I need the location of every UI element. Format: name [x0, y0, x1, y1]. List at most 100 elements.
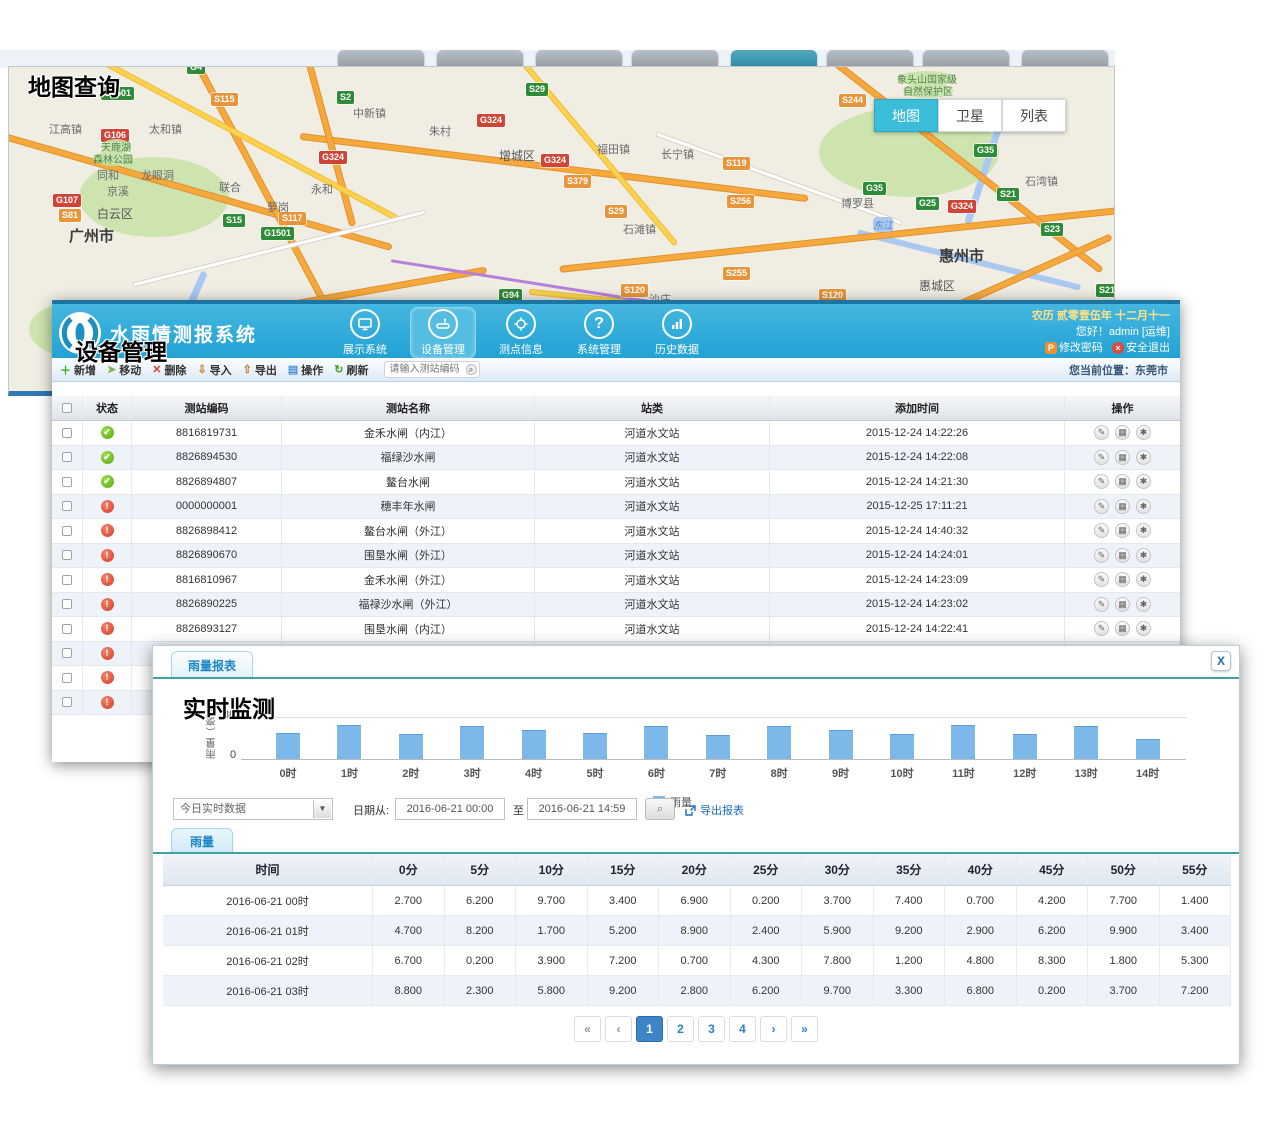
- nav-item-system-management[interactable]: ? 系统管理: [566, 307, 632, 359]
- x-tick-label: 8时: [757, 765, 801, 781]
- nav-item-device-management[interactable]: 设备管理: [410, 307, 476, 359]
- settings-gear-icon[interactable]: ✱: [1136, 450, 1151, 465]
- rainfall-value: 6.200: [445, 886, 517, 915]
- logout-link[interactable]: 安全退出: [1126, 342, 1170, 354]
- rainfall-value: 7.700: [1088, 886, 1160, 915]
- edit-icon[interactable]: ✎: [1094, 597, 1109, 612]
- settings-gear-icon[interactable]: ✱: [1136, 425, 1151, 440]
- operate-button[interactable]: ▤操作: [288, 362, 323, 378]
- refresh-button[interactable]: ↻刷新: [334, 362, 368, 378]
- edit-icon[interactable]: ✎: [1094, 425, 1109, 440]
- settings-gear-icon[interactable]: ✱: [1136, 523, 1151, 538]
- page-button[interactable]: 1: [636, 1016, 663, 1042]
- export-report-link[interactable]: 导出报表: [685, 802, 744, 818]
- row-checkbox[interactable]: [62, 697, 72, 707]
- row-checkbox[interactable]: [62, 501, 72, 511]
- page-button[interactable]: «: [574, 1016, 601, 1042]
- rainfall-bar: [399, 734, 423, 759]
- search-icon[interactable]: ⌕: [466, 364, 477, 375]
- row-checkbox[interactable]: [62, 673, 72, 683]
- delete-icon[interactable]: ▦: [1115, 425, 1130, 440]
- rainfall-bar: [951, 725, 975, 759]
- nav-item-station-info[interactable]: 测点信息: [488, 307, 554, 359]
- lunar-date-label: 农历 贰零壹伍年 十二月十一: [1032, 308, 1170, 324]
- tab-rainfall[interactable]: 雨量: [171, 828, 233, 854]
- filter-bar: 今日实时数据 ▼ 日期从: 至 ⌕ 导出报表: [153, 798, 1239, 824]
- row-checkbox[interactable]: [62, 428, 72, 438]
- row-checkbox[interactable]: [62, 477, 72, 487]
- delete-icon[interactable]: ▦: [1115, 450, 1130, 465]
- row-checkbox[interactable]: [62, 575, 72, 585]
- page-button[interactable]: 2: [667, 1016, 694, 1042]
- rainfall-value: 0.200: [1017, 976, 1089, 1005]
- plus-icon: ＋: [60, 362, 71, 378]
- delete-icon[interactable]: ▦: [1115, 621, 1130, 636]
- station-name: 金禾水闸（外江）: [282, 568, 535, 592]
- station-search-box: ⌕: [384, 361, 480, 378]
- settings-gear-icon[interactable]: ✱: [1136, 474, 1151, 489]
- satellite-view-button[interactable]: 卫星: [938, 99, 1002, 132]
- export-button[interactable]: ⇧导出: [243, 362, 277, 378]
- page-button[interactable]: ›: [760, 1016, 787, 1042]
- status-ok-icon: ✔: [101, 451, 114, 464]
- question-icon: ?: [584, 309, 614, 339]
- page-button[interactable]: 4: [729, 1016, 756, 1042]
- page-button[interactable]: »: [791, 1016, 818, 1042]
- settings-gear-icon[interactable]: ✱: [1136, 548, 1151, 563]
- station-name: 鳌台水闸（外江）: [282, 519, 535, 543]
- settings-gear-icon[interactable]: ✱: [1136, 499, 1151, 514]
- x-tick-label: 9时: [819, 765, 863, 781]
- background-tab: [536, 50, 622, 66]
- row-checkbox[interactable]: [62, 599, 72, 609]
- monitor-icon: [350, 309, 380, 339]
- row-checkbox[interactable]: [62, 452, 72, 462]
- map-view-button[interactable]: 地图: [874, 99, 938, 132]
- settings-gear-icon[interactable]: ✱: [1136, 572, 1151, 587]
- rainfall-table-header: 时间0分5分10分15分20分25分30分35分40分45分50分55分: [163, 854, 1231, 886]
- date-to-input[interactable]: [527, 798, 637, 820]
- row-checkbox[interactable]: [62, 550, 72, 560]
- rainfall-value: 7.800: [802, 946, 874, 975]
- close-button[interactable]: X: [1211, 651, 1231, 671]
- edit-icon[interactable]: ✎: [1094, 572, 1109, 587]
- edit-icon[interactable]: ✎: [1094, 621, 1109, 636]
- map-place-label: 中新镇: [353, 105, 386, 121]
- delete-icon[interactable]: ▦: [1115, 597, 1130, 612]
- edit-icon[interactable]: ✎: [1094, 474, 1109, 489]
- date-from-input[interactable]: [395, 798, 505, 820]
- delete-icon[interactable]: ▦: [1115, 572, 1130, 587]
- row-checkbox[interactable]: [62, 526, 72, 536]
- nav-item-history-data[interactable]: 历史数据: [644, 307, 710, 359]
- page-button[interactable]: ‹: [605, 1016, 632, 1042]
- station-table-row: !8826890225福禄沙水闸（外江）河道水文站2015-12-24 14:2…: [52, 593, 1180, 618]
- list-view-button[interactable]: 列表: [1002, 99, 1066, 132]
- rainfall-bar: [644, 726, 668, 759]
- rainfall-value: 5.300: [1160, 946, 1232, 975]
- row-checkbox[interactable]: [62, 648, 72, 658]
- map-place-label: 太和镇: [149, 121, 182, 137]
- delete-icon[interactable]: ▦: [1115, 523, 1130, 538]
- nav-item-display-system[interactable]: 展示系统: [332, 307, 398, 359]
- delete-icon[interactable]: ▦: [1115, 499, 1130, 514]
- select-all-checkbox[interactable]: [62, 403, 72, 413]
- edit-icon[interactable]: ✎: [1094, 548, 1109, 563]
- tab-rainfall-report[interactable]: 雨量报表: [171, 651, 253, 679]
- edit-icon[interactable]: ✎: [1094, 523, 1109, 538]
- delete-icon[interactable]: ▦: [1115, 474, 1130, 489]
- dataset-select[interactable]: 今日实时数据 ▼: [173, 798, 333, 820]
- status-error-icon: !: [101, 696, 114, 709]
- background-tab: [437, 50, 523, 66]
- import-button[interactable]: ⇩导入: [197, 362, 231, 378]
- query-button[interactable]: ⌕: [645, 798, 675, 820]
- rainfall-value: 2.400: [731, 916, 803, 945]
- map-place-label: 长宁镇: [661, 146, 694, 162]
- delete-icon[interactable]: ▦: [1115, 548, 1130, 563]
- row-checkbox[interactable]: [62, 624, 72, 634]
- settings-gear-icon[interactable]: ✱: [1136, 597, 1151, 612]
- settings-gear-icon[interactable]: ✱: [1136, 621, 1151, 636]
- edit-icon[interactable]: ✎: [1094, 450, 1109, 465]
- page-button[interactable]: 3: [698, 1016, 725, 1042]
- edit-icon[interactable]: ✎: [1094, 499, 1109, 514]
- import-icon: ⇩: [197, 363, 206, 376]
- change-password-link[interactable]: 修改密码: [1059, 342, 1103, 354]
